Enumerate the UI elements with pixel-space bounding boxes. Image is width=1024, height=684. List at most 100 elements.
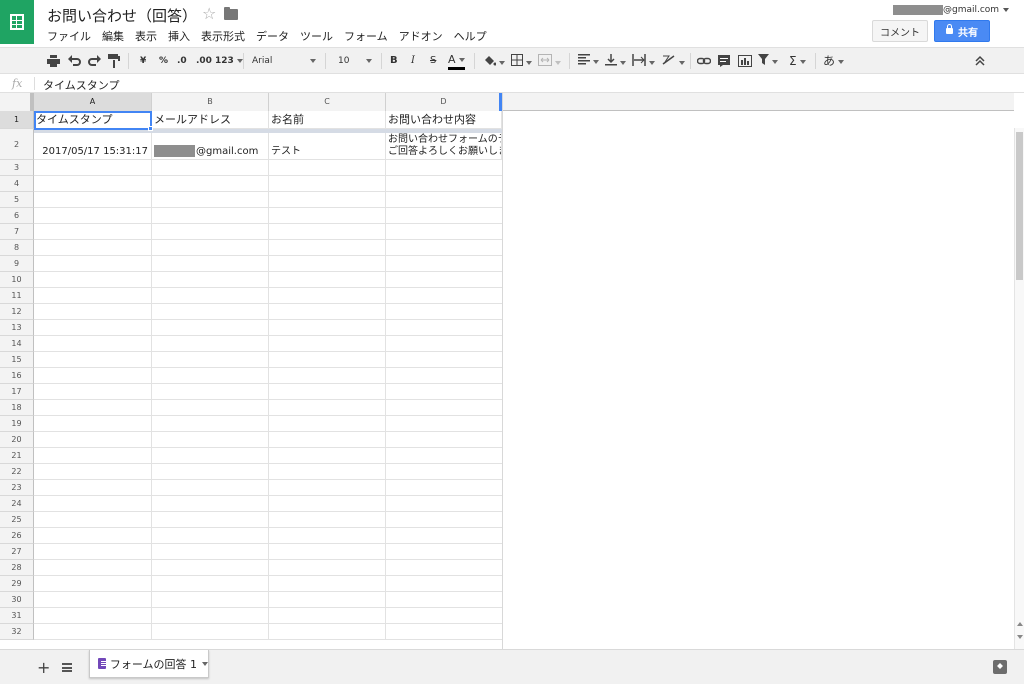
row-header[interactable]: 21 xyxy=(0,448,34,464)
vertical-scrollbar[interactable] xyxy=(1014,128,1024,649)
decrease-decimal-button[interactable]: .0 xyxy=(177,54,187,68)
star-icon[interactable]: ☆ xyxy=(202,4,216,23)
row-header[interactable]: 10 xyxy=(0,272,34,288)
folder-icon[interactable] xyxy=(224,7,238,20)
row-header[interactable]: 31 xyxy=(0,608,34,624)
sheet-tab-form-responses[interactable]: フォームの回答 1 xyxy=(89,650,209,678)
row-header[interactable]: 28 xyxy=(0,560,34,576)
menu-edit[interactable]: 編集 xyxy=(102,28,124,44)
row-header[interactable]: 22 xyxy=(0,464,34,480)
menu-addons[interactable]: アドオン xyxy=(399,28,443,44)
row-header[interactable]: 3 xyxy=(0,160,34,176)
bold-button[interactable]: B xyxy=(390,54,398,68)
row-header[interactable]: 1 xyxy=(0,111,34,129)
fill-color-button[interactable] xyxy=(483,54,505,68)
link-icon[interactable] xyxy=(697,56,711,70)
all-sheets-icon[interactable] xyxy=(62,663,72,672)
more-formats-button[interactable]: 123 xyxy=(215,54,243,68)
redo-icon[interactable] xyxy=(88,55,101,69)
cell-d1[interactable]: お問い合わせ内容 xyxy=(386,111,502,130)
horizontal-align-button[interactable] xyxy=(578,54,599,68)
menu-view[interactable]: 表示 xyxy=(135,28,157,44)
menu-help[interactable]: ヘルプ xyxy=(454,28,487,44)
select-all-corner[interactable] xyxy=(0,93,34,111)
row-header[interactable]: 11 xyxy=(0,288,34,304)
text-color-button[interactable]: A xyxy=(448,54,465,70)
fill-handle[interactable] xyxy=(148,126,153,131)
functions-button[interactable]: Σ xyxy=(789,54,806,68)
menu-data[interactable]: データ xyxy=(256,28,289,44)
row-header[interactable]: 32 xyxy=(0,624,34,640)
row-header[interactable]: 26 xyxy=(0,528,34,544)
column-header-a[interactable]: A xyxy=(34,93,152,111)
cell-b1[interactable]: メールアドレス xyxy=(152,111,269,130)
print-icon[interactable] xyxy=(47,55,60,69)
scroll-up-icon[interactable] xyxy=(1017,622,1023,626)
borders-button[interactable] xyxy=(511,54,532,68)
column-header-d[interactable]: D xyxy=(386,93,502,111)
menu-tools[interactable]: ツール xyxy=(300,28,333,44)
row-header[interactable]: 19 xyxy=(0,416,34,432)
row-header[interactable]: 7 xyxy=(0,224,34,240)
cell-c1[interactable]: お名前 xyxy=(269,111,386,130)
row-header[interactable]: 4 xyxy=(0,176,34,192)
explore-icon[interactable] xyxy=(993,660,1007,674)
account-switcher[interactable]: @gmail.com xyxy=(893,5,1010,15)
row-header[interactable]: 27 xyxy=(0,544,34,560)
scrollbar-thumb[interactable] xyxy=(1016,132,1023,280)
undo-icon[interactable] xyxy=(68,55,81,69)
chart-icon[interactable] xyxy=(738,55,752,69)
column-header-b[interactable]: B xyxy=(152,93,269,111)
cell-c2[interactable]: テスト xyxy=(269,133,386,160)
currency-format-button[interactable]: ¥ xyxy=(140,54,146,68)
input-tools-button[interactable]: あ xyxy=(823,54,845,68)
italic-button[interactable]: I xyxy=(411,54,415,68)
scroll-down-icon[interactable] xyxy=(1017,635,1023,639)
row-header[interactable]: 14 xyxy=(0,336,34,352)
row-header[interactable]: 2 xyxy=(0,129,34,160)
column-header-c[interactable]: C xyxy=(269,93,386,111)
percent-format-button[interactable]: % xyxy=(159,54,168,68)
paint-format-icon[interactable] xyxy=(108,54,120,68)
menu-insert[interactable]: 挿入 xyxy=(168,28,190,44)
increase-decimal-button[interactable]: .00 xyxy=(196,54,212,68)
doc-title[interactable]: お問い合わせ（回答） xyxy=(47,5,197,26)
add-sheet-icon[interactable]: + xyxy=(37,658,50,677)
text-wrapping-button[interactable] xyxy=(632,54,655,68)
comment-button[interactable]: コメント xyxy=(872,20,928,42)
font-size-select[interactable]: 10 xyxy=(334,53,376,69)
filter-button[interactable] xyxy=(758,54,778,68)
merge-cells-button[interactable] xyxy=(538,54,561,68)
row-header[interactable]: 12 xyxy=(0,304,34,320)
row-header[interactable]: 16 xyxy=(0,368,34,384)
cell-d2[interactable]: お問い合わせフォームのテ ご回答よろしくお願いしま xyxy=(386,133,502,160)
row-header[interactable]: 15 xyxy=(0,352,34,368)
formula-input[interactable]: タイムスタンプ xyxy=(43,77,119,93)
collapse-menu-icon[interactable] xyxy=(975,55,985,69)
menu-form[interactable]: フォーム xyxy=(344,28,388,44)
row-header[interactable]: 5 xyxy=(0,192,34,208)
text-rotation-button[interactable] xyxy=(662,54,685,68)
row-header[interactable]: 29 xyxy=(0,576,34,592)
row-header[interactable]: 20 xyxy=(0,432,34,448)
menu-format[interactable]: 表示形式 xyxy=(201,28,245,44)
row-header[interactable]: 23 xyxy=(0,480,34,496)
row-header[interactable]: 9 xyxy=(0,256,34,272)
row-header[interactable]: 24 xyxy=(0,496,34,512)
menu-file[interactable]: ファイル xyxy=(47,28,91,44)
cell-a1[interactable]: タイムスタンプ xyxy=(34,111,152,130)
row-header[interactable]: 17 xyxy=(0,384,34,400)
vertical-align-button[interactable] xyxy=(605,54,626,68)
row-header[interactable]: 30 xyxy=(0,592,34,608)
row-header[interactable]: 6 xyxy=(0,208,34,224)
chevron-down-icon[interactable] xyxy=(202,661,208,666)
cell-a2[interactable]: 2017/05/17 15:31:17 xyxy=(34,133,152,160)
row-header[interactable]: 8 xyxy=(0,240,34,256)
share-button[interactable]: 共有 xyxy=(934,20,990,42)
font-family-select[interactable]: Arial xyxy=(248,53,320,69)
strikethrough-button[interactable]: S xyxy=(430,54,436,68)
comment-icon[interactable] xyxy=(718,55,730,69)
sheets-logo-icon[interactable] xyxy=(0,0,34,44)
row-header[interactable]: 13 xyxy=(0,320,34,336)
cell-b2[interactable]: @gmail.com xyxy=(152,133,269,160)
